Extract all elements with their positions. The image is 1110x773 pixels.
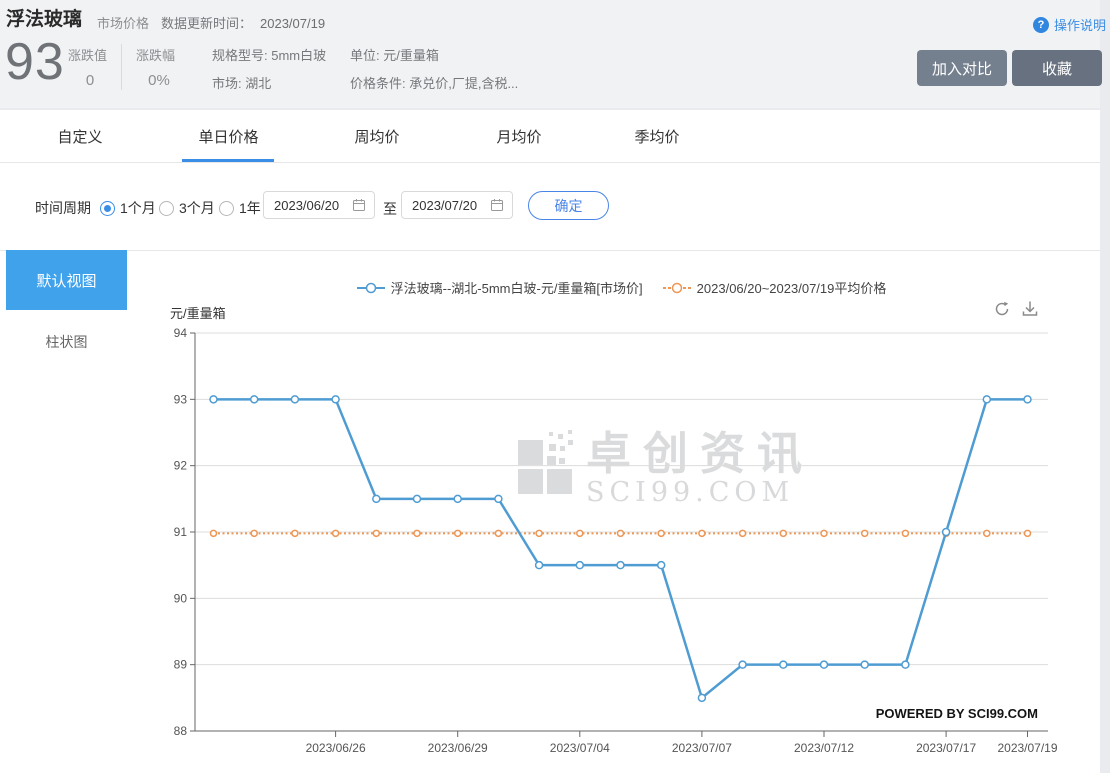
tab-weekly-avg[interactable]: 周均价 — [352, 110, 402, 162]
calendar-icon — [352, 198, 366, 212]
radio-1-year-circle[interactable] — [219, 201, 234, 216]
change-value: 0 — [68, 72, 112, 89]
legend-item-market-price[interactable]: 浮法玻璃--湖北-5mm白玻-元/重量箱[市场价] — [357, 278, 643, 297]
date-to-input[interactable]: 2023/07/20 — [401, 191, 513, 219]
svg-text:2023/07/12: 2023/07/12 — [794, 741, 854, 755]
spec-label: 规格型号: 5mm白玻 — [212, 45, 326, 64]
date-from-value: 2023/06/20 — [274, 198, 339, 213]
update-time-label: 数据更新时间： — [161, 16, 252, 31]
page-title: 浮法玻璃 — [6, 4, 82, 31]
svg-text:92: 92 — [174, 459, 188, 473]
time-period-label: 时间周期 — [35, 198, 91, 218]
current-price: 93 — [5, 34, 65, 90]
svg-text:91: 91 — [174, 525, 188, 539]
change-rate: 0% — [136, 72, 182, 89]
add-compare-button[interactable]: 加入对比 — [917, 50, 1007, 86]
help-link[interactable]: ? 操作说明 — [1033, 15, 1106, 34]
svg-text:2023/06/26: 2023/06/26 — [306, 741, 366, 755]
date-from-input[interactable]: 2023/06/20 — [263, 191, 375, 219]
svg-text:2023/07/19: 2023/07/19 — [997, 741, 1057, 755]
tab-bar — [0, 110, 1100, 163]
radio-1-month-circle[interactable] — [100, 201, 115, 216]
help-link-label: 操作说明 — [1054, 15, 1106, 34]
y-axis-title: 元/重量箱 — [170, 303, 226, 322]
tab-quarterly-avg[interactable]: 季均价 — [632, 110, 682, 162]
radio-3-month-label: 3个月 — [179, 198, 215, 218]
legend-item-average-price[interactable]: 2023/06/20~2023/07/19平均价格 — [663, 278, 887, 297]
radio-3-month-circle[interactable] — [159, 201, 174, 216]
svg-text:90: 90 — [174, 591, 188, 605]
update-time-value: 2023/07/19 — [260, 16, 325, 31]
tab-daily-price[interactable]: 单日价格 — [191, 110, 266, 162]
divider — [121, 44, 122, 90]
svg-text:2023/07/07: 2023/07/07 — [672, 741, 732, 755]
unit-label: 单位: 元/重量箱 — [350, 45, 439, 64]
svg-text:93: 93 — [174, 392, 188, 406]
date-to-value: 2023/07/20 — [412, 198, 477, 213]
price-condition-label: 价格条件: 承兑价,厂提,含税... — [350, 73, 518, 92]
svg-text:94: 94 — [174, 326, 188, 340]
svg-text:89: 89 — [174, 658, 188, 672]
calendar-icon — [490, 198, 504, 212]
legend-line-circle-icon — [357, 282, 385, 294]
chart-legend: 浮法玻璃--湖北-5mm白玻-元/重量箱[市场价] 2023/06/20~202… — [195, 278, 1048, 297]
legend-label: 2023/06/20~2023/07/19平均价格 — [697, 278, 887, 297]
svg-text:2023/06/29: 2023/06/29 — [428, 741, 488, 755]
download-icon[interactable] — [1020, 299, 1040, 319]
svg-text:2023/07/17: 2023/07/17 — [916, 741, 976, 755]
change-rate-label: 涨跌幅 — [136, 45, 175, 64]
favorite-button[interactable]: 收藏 — [1012, 50, 1102, 86]
refresh-icon[interactable] — [992, 299, 1012, 319]
price-category-label: 市场价格 — [97, 13, 149, 32]
radio-1-month[interactable]: 1个月 — [100, 198, 156, 218]
date-range-to-label: 至 — [383, 199, 397, 219]
question-circle-icon: ? — [1033, 17, 1049, 33]
radio-1-year-label: 1年 — [239, 198, 261, 218]
price-line-chart[interactable]: 88 89 90 91 92 93 94 2023/06/26 2023/06/29 2023/0… — [0, 250, 1100, 773]
svg-text:88: 88 — [174, 724, 188, 738]
powered-by-label: POWERED BY SCI99.COM — [738, 706, 1038, 721]
svg-text:2023/07/04: 2023/07/04 — [550, 741, 610, 755]
product-price-page: 浮法玻璃 市场价格 数据更新时间： 2023/07/19 93 涨跌值 0 涨跌幅… — [0, 0, 1110, 773]
confirm-button[interactable]: 确定 — [528, 191, 609, 220]
legend-label: 浮法玻璃--湖北-5mm白玻-元/重量箱[市场价] — [391, 278, 643, 297]
tab-custom[interactable]: 自定义 — [50, 110, 110, 162]
radio-3-month[interactable]: 3个月 — [159, 198, 215, 218]
radio-1-year[interactable]: 1年 — [219, 198, 261, 218]
tab-monthly-avg[interactable]: 月均价 — [494, 110, 544, 162]
active-tab-indicator — [182, 159, 274, 162]
legend-line-circle-icon — [663, 282, 691, 294]
radio-1-month-label: 1个月 — [120, 198, 156, 218]
update-time: 数据更新时间： 2023/07/19 — [161, 13, 325, 32]
change-value-label: 涨跌值 — [68, 45, 107, 64]
market-label: 市场: 湖北 — [212, 73, 271, 92]
